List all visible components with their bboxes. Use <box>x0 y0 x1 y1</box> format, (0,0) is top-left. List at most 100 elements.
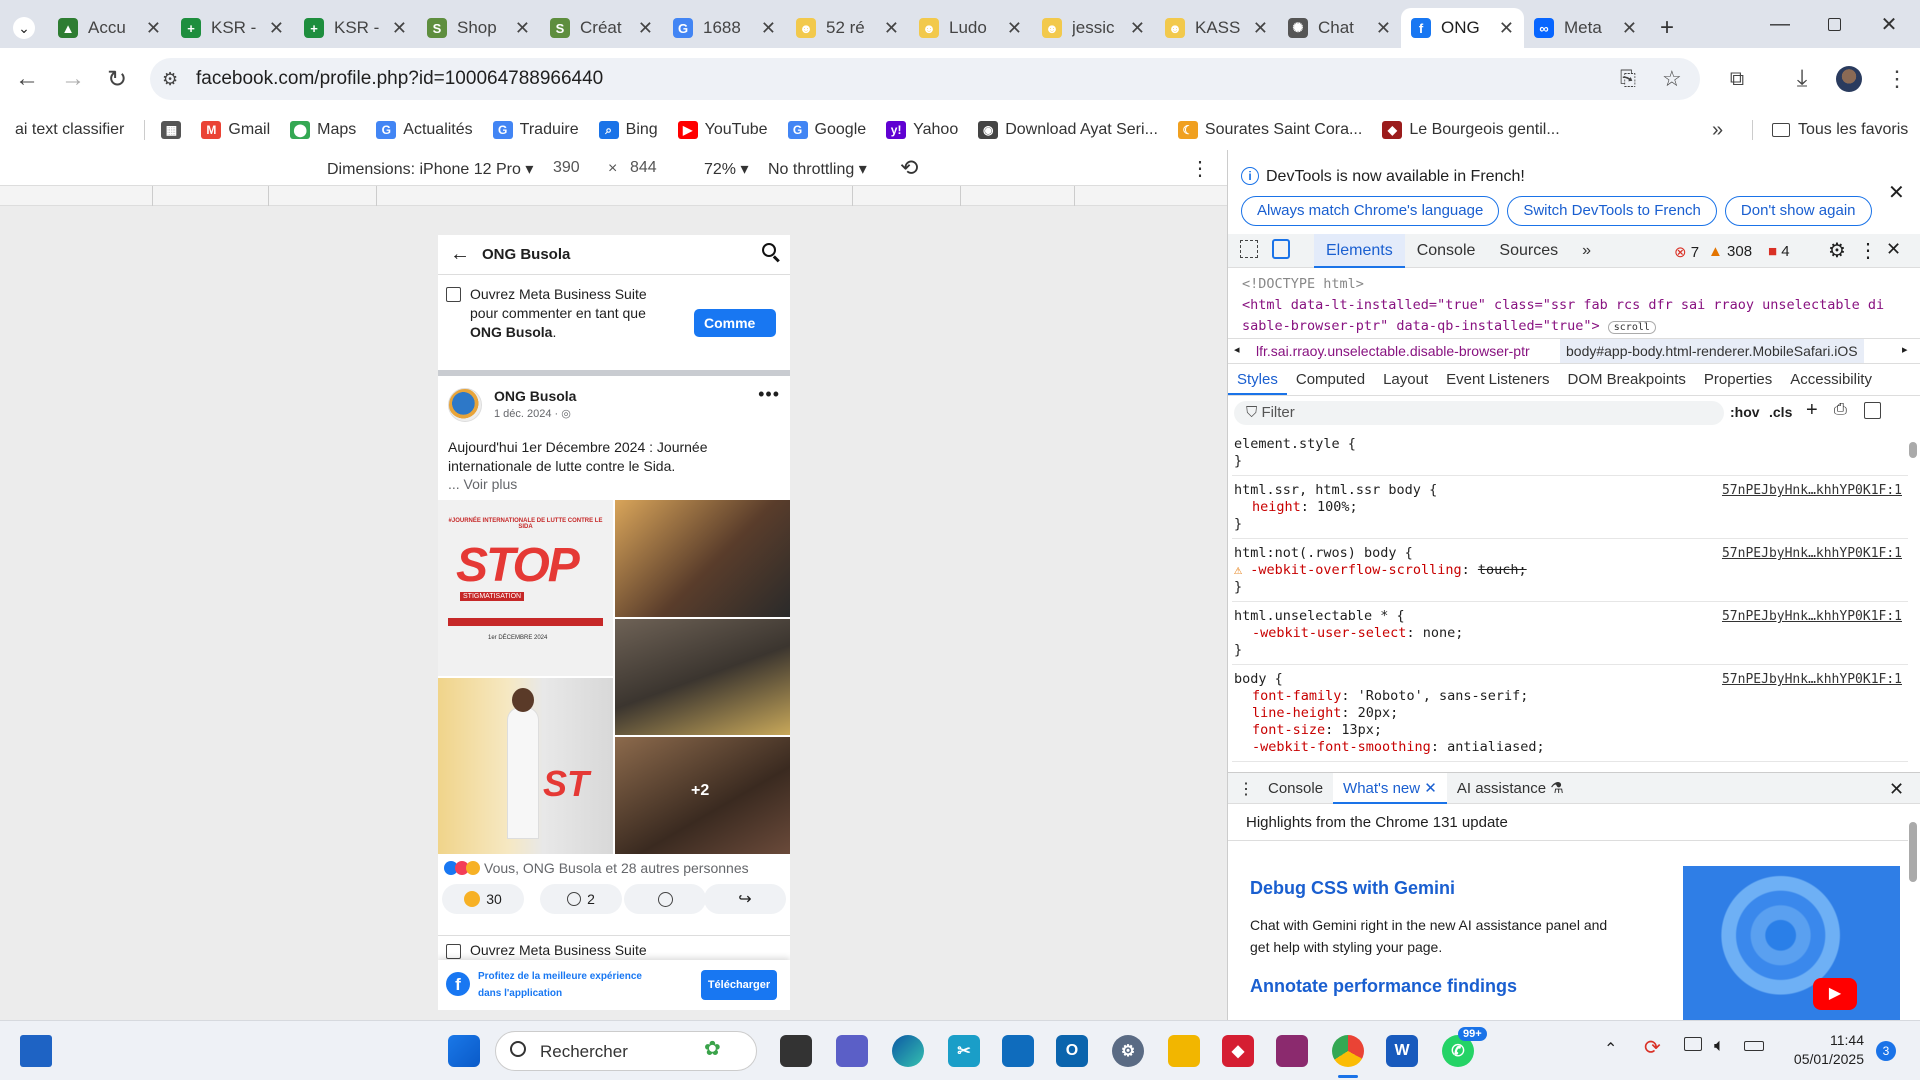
bookmark-item[interactable]: ◉ Download Ayat Seri... <box>978 121 1158 139</box>
drawer-tab[interactable]: What's new ✕ <box>1333 773 1447 804</box>
browser-tab[interactable]: ☻ KASS ✕ <box>1155 8 1278 48</box>
sync-icon[interactable]: ⟳ <box>1644 1035 1661 1060</box>
post-options-icon[interactable]: ••• <box>758 384 780 405</box>
browser-tab[interactable]: ∞ Meta ✕ <box>1524 8 1647 48</box>
browser-tab[interactable]: ☻ Ludo ✕ <box>909 8 1032 48</box>
devtools-settings-icon[interactable]: ⚙ <box>1828 238 1846 263</box>
zoom-select[interactable]: 72% ▾ <box>704 159 749 179</box>
winrar-icon[interactable] <box>1276 1035 1308 1067</box>
styles-subtab[interactable]: Accessibility <box>1781 364 1881 395</box>
new-tab-button[interactable]: + <box>1647 8 1687 48</box>
styles-scrollbar[interactable] <box>1908 432 1918 772</box>
computed-sidebar-icon[interactable] <box>1864 402 1881 419</box>
download-app-button[interactable]: Télécharger <box>701 970 777 1000</box>
fb-search-icon[interactable] <box>762 243 780 263</box>
tab-close-icon[interactable]: ✕ <box>761 18 776 39</box>
devtools-tab[interactable]: » <box>1570 234 1603 268</box>
browser-tab[interactable]: ✺ Chat ✕ <box>1278 8 1401 48</box>
tab-close-icon[interactable]: ✕ <box>1376 18 1391 39</box>
browser-tab[interactable]: ☻ jessic ✕ <box>1032 8 1155 48</box>
browser-tab[interactable]: ☻ 52 ré ✕ <box>786 8 909 48</box>
messenger-button[interactable] <box>624 884 706 914</box>
css-declaration[interactable]: ⚠ -webkit-overflow-scrolling: touch; <box>1234 562 1908 579</box>
switch-french-button[interactable]: Switch DevTools to French <box>1507 196 1717 226</box>
notification-badge[interactable]: 3 <box>1876 1041 1896 1061</box>
network-icon[interactable] <box>1684 1037 1702 1051</box>
css-declaration[interactable]: line-height: 20px; <box>1234 705 1908 722</box>
install-app-icon[interactable]: ⎘ <box>1620 68 1636 91</box>
profile-avatar[interactable] <box>1832 62 1866 96</box>
edge-icon[interactable] <box>892 1035 924 1067</box>
inspect-element-icon[interactable] <box>1240 240 1258 258</box>
tab-close-icon[interactable]: ✕ <box>1130 18 1145 39</box>
reaction-summary[interactable]: Vous, ONG Busola et 28 autres personnes <box>444 860 749 876</box>
settings-icon[interactable]: ⚙ <box>1112 1035 1144 1067</box>
tab-close-icon[interactable]: ✕ <box>515 18 530 39</box>
restore-button[interactable] <box>1807 0 1861 48</box>
styles-filter-input[interactable]: ⛉ Filter <box>1234 401 1724 425</box>
tab-close-icon[interactable]: ✕ <box>146 18 161 39</box>
bookmark-item[interactable]: G Google <box>787 121 866 139</box>
photo-5-more[interactable]: +2 <box>615 737 790 854</box>
react-button[interactable]: 30 <box>442 884 524 914</box>
css-source-link[interactable]: 57nPEJbyHnk…khhYP0K1F:1 <box>1722 545 1902 562</box>
file-explorer-icon[interactable] <box>1168 1035 1200 1067</box>
article2-title[interactable]: Annotate performance findings <box>1250 976 1517 997</box>
close-tab-icon[interactable]: ✕ <box>1424 780 1437 797</box>
chrome-taskbar-icon[interactable] <box>1332 1035 1364 1067</box>
outlook-icon[interactable]: O <box>1056 1035 1088 1067</box>
devtools-tab[interactable]: Console <box>1405 234 1488 268</box>
address-bar[interactable]: ⚙ facebook.com/profile.php?id=1000647889… <box>150 58 1700 100</box>
extensions-icon[interactable]: ⧉ <box>1720 62 1754 96</box>
css-declaration[interactable]: height: 100%; <box>1234 499 1908 516</box>
bookmark-item[interactable]: ⌕ Bing <box>598 121 658 139</box>
article-thumbnail[interactable]: ▶ <box>1683 866 1900 1020</box>
start-button[interactable] <box>448 1035 480 1067</box>
tab-close-icon[interactable]: ✕ <box>1253 18 1268 39</box>
device-dimensions-select[interactable]: Dimensions: iPhone 12 Pro ▾ <box>327 159 533 179</box>
tab-close-icon[interactable]: ✕ <box>1499 18 1514 39</box>
styles-subtab[interactable]: Event Listeners <box>1437 364 1558 395</box>
hover-state-toggle[interactable]: :hov <box>1730 404 1760 420</box>
device-more-options-icon[interactable]: ⋮ <box>1190 156 1210 181</box>
breadcrumb-html[interactable]: lfr.sai.rraoy.unselectable.disable-brows… <box>1256 343 1530 359</box>
comments-button[interactable]: 2 <box>540 884 622 914</box>
css-declaration[interactable]: -webkit-user-select: none; <box>1234 625 1908 642</box>
bookmark-item[interactable]: G Actualités <box>376 121 473 139</box>
post-avatar[interactable] <box>448 388 482 422</box>
drawer-tab[interactable]: AI assistance ⚗ <box>1447 773 1574 804</box>
match-language-button[interactable]: Always match Chrome's language <box>1241 196 1500 226</box>
breadcrumb-scroll-right[interactable]: ▸ <box>1902 343 1908 356</box>
tab-close-icon[interactable]: ✕ <box>1622 18 1637 39</box>
css-declaration[interactable]: -webkit-font-smoothing: antialiased; <box>1234 739 1908 756</box>
bookmark-item[interactable]: M Gmail <box>201 121 270 139</box>
devtools-tab[interactable]: Elements <box>1314 234 1405 268</box>
browser-tab[interactable]: + KSR - ✕ <box>294 8 417 48</box>
browser-tab[interactable]: G 1688 ✕ <box>663 8 786 48</box>
css-rule[interactable]: html.unselectable * {-webkit-user-select… <box>1232 604 1908 665</box>
share-button[interactable]: ↪ <box>704 884 786 914</box>
css-source-link[interactable]: 57nPEJbyHnk…khhYP0K1F:1 <box>1722 671 1902 688</box>
chrome-menu-icon[interactable]: ⋮ <box>1880 62 1914 96</box>
css-source-link[interactable]: 57nPEJbyHnk…khhYP0K1F:1 <box>1722 482 1902 499</box>
drawer-scrollbar[interactable] <box>1908 804 1918 1020</box>
class-toggle[interactable]: .cls <box>1769 404 1792 420</box>
taskbar-search[interactable]: Rechercher ✿ <box>495 1031 757 1071</box>
warning-count[interactable]: ▲ 308 <box>1708 243 1752 260</box>
fb-back-icon[interactable]: ← <box>450 243 470 266</box>
all-bookmarks-button[interactable]: Tous les favoris <box>1772 121 1908 139</box>
tab-close-icon[interactable]: ✕ <box>392 18 407 39</box>
capcut-icon[interactable]: ✂ <box>948 1035 980 1067</box>
url-text[interactable]: facebook.com/profile.php?id=100064788966… <box>196 68 603 90</box>
anydesk-icon[interactable]: ◆ <box>1222 1035 1254 1067</box>
styles-subtab[interactable]: Styles <box>1228 364 1287 395</box>
bookmark-item[interactable]: G Traduire <box>492 121 579 139</box>
comment-as-button[interactable]: Comme <box>694 309 776 337</box>
tab-close-icon[interactable]: ✕ <box>884 18 899 39</box>
forward-button[interactable]: → <box>56 62 90 96</box>
battery-icon[interactable] <box>1744 1041 1764 1051</box>
browser-tab[interactable]: + KSR - ✕ <box>171 8 294 48</box>
device-toggle-icon[interactable] <box>1272 239 1290 259</box>
store-icon[interactable] <box>1002 1035 1034 1067</box>
css-declaration[interactable]: font-size: 13px; <box>1234 722 1908 739</box>
